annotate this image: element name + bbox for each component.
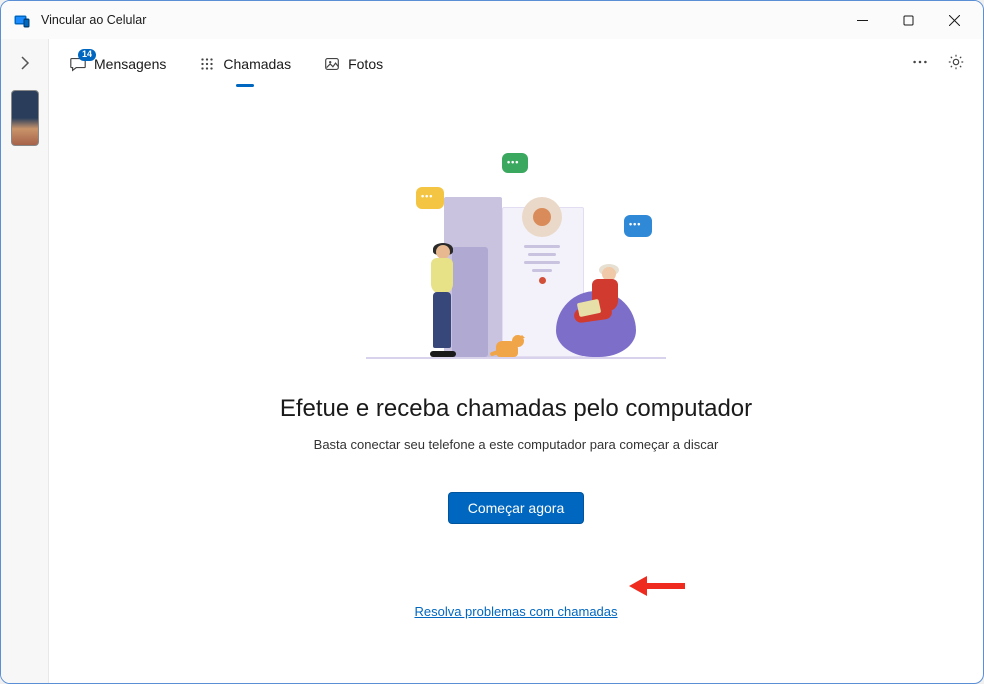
settings-button[interactable] — [947, 53, 965, 76]
speech-bubble-icon: ••• — [502, 153, 528, 173]
photo-icon — [323, 55, 341, 73]
titlebar: Vincular ao Celular — [1, 1, 983, 39]
dialpad-icon — [198, 55, 216, 73]
app-body: 14 Mensagens Chamadas Fotos — [1, 39, 983, 683]
app-window: Vincular ao Celular 14 Mensagens — [0, 0, 984, 684]
tab-label: Chamadas — [223, 56, 291, 72]
chevron-right-icon — [17, 55, 33, 71]
tab-label: Mensagens — [94, 56, 166, 72]
get-started-button[interactable]: Começar agora — [448, 492, 585, 524]
tab-bar: 14 Mensagens Chamadas Fotos — [49, 39, 983, 89]
gear-icon — [947, 53, 965, 71]
messages-badge: 14 — [78, 49, 96, 61]
close-button[interactable] — [931, 4, 977, 36]
window-controls — [839, 4, 977, 36]
app-icon — [13, 11, 31, 29]
expand-sidebar-button[interactable] — [17, 55, 33, 76]
speech-bubble-icon: ••• — [416, 187, 444, 209]
content-area: 14 Mensagens Chamadas Fotos — [49, 39, 983, 683]
calls-illustration: ••• ••• ••• — [366, 159, 666, 359]
main-panel: ••• ••• ••• Efetue e receba chamadas pel… — [49, 89, 983, 683]
tab-messages[interactable]: 14 Mensagens — [67, 51, 168, 77]
tab-calls[interactable]: Chamadas — [196, 51, 293, 77]
annotation-arrow — [629, 573, 685, 604]
troubleshoot-link[interactable]: Resolva problemas com chamadas — [414, 604, 617, 619]
sidebar — [1, 39, 49, 683]
tab-photos[interactable]: Fotos — [321, 51, 385, 77]
window-title: Vincular ao Celular — [41, 13, 839, 27]
phone-thumbnail[interactable] — [11, 90, 39, 146]
minimize-button[interactable] — [839, 4, 885, 36]
message-icon: 14 — [69, 55, 87, 73]
speech-bubble-icon: ••• — [624, 215, 652, 237]
ellipsis-icon — [911, 53, 929, 71]
more-button[interactable] — [911, 53, 929, 76]
page-subheading: Basta conectar seu telefone a este compu… — [314, 437, 719, 452]
maximize-button[interactable] — [885, 4, 931, 36]
tab-label: Fotos — [348, 56, 383, 72]
page-heading: Efetue e receba chamadas pelo computador — [280, 395, 752, 423]
